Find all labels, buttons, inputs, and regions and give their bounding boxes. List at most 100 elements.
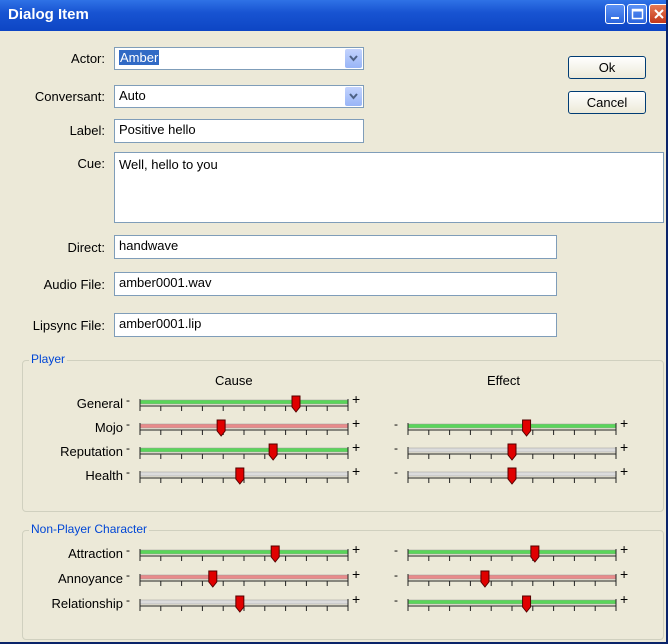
slider-thumb[interactable] xyxy=(235,595,245,613)
row-label: Mojo xyxy=(94,420,123,435)
minus-sign: - xyxy=(394,417,398,431)
plus-sign: + xyxy=(352,391,360,407)
cause-slider-graphic: - + xyxy=(126,541,360,563)
slider-thumb[interactable] xyxy=(507,467,517,485)
maximize-button[interactable] xyxy=(627,4,647,24)
cause-slider-graphic: - + xyxy=(126,391,360,413)
slider-track xyxy=(139,423,349,429)
cause-slider[interactable]: - + xyxy=(126,439,372,463)
plus-sign: + xyxy=(352,541,360,557)
minus-sign: - xyxy=(126,543,130,557)
slider-thumb[interactable] xyxy=(208,570,218,588)
audio-file-field[interactable]: amber0001.wav xyxy=(114,272,557,296)
plus-sign: + xyxy=(352,463,360,479)
slider-thumb[interactable] xyxy=(268,443,278,461)
effect-slider[interactable]: - + xyxy=(394,591,640,615)
plus-sign: + xyxy=(352,591,360,607)
cause-slider[interactable]: - + xyxy=(126,541,372,565)
effect-slider[interactable]: - + xyxy=(394,415,640,439)
plus-sign: + xyxy=(352,415,360,431)
maximize-icon xyxy=(631,8,644,20)
dialog-item-window: Dialog Item Actor: Amber Conversant: Aut… xyxy=(0,0,668,644)
label-field[interactable]: Positive hello xyxy=(114,119,364,143)
slider-track xyxy=(139,549,349,555)
slider-track xyxy=(139,447,349,453)
actor-dropdown-button[interactable] xyxy=(345,49,362,68)
cause-slider[interactable]: - + xyxy=(126,591,372,615)
effect-slider[interactable]: - + xyxy=(394,566,640,590)
effect-slider-graphic: - + xyxy=(394,541,628,563)
title-bar[interactable]: Dialog Item xyxy=(0,0,666,31)
actor-label: Actor: xyxy=(71,51,105,66)
plus-sign: + xyxy=(352,439,360,455)
slider-track xyxy=(407,599,617,605)
effect-slider[interactable]: - + xyxy=(394,463,640,487)
chevron-down-icon xyxy=(349,93,358,100)
cancel-button[interactable]: Cancel xyxy=(568,91,646,114)
cause-slider-graphic: - + xyxy=(126,439,360,461)
slider-thumb[interactable] xyxy=(270,545,280,563)
cause-slider[interactable]: - + xyxy=(126,391,372,415)
close-button[interactable] xyxy=(649,4,666,24)
lipsync-file-label: Lipsync File: xyxy=(32,318,105,333)
slider-thumb[interactable] xyxy=(530,545,540,563)
slider-thumb[interactable] xyxy=(522,595,532,613)
minus-sign: - xyxy=(126,593,130,607)
plus-sign: + xyxy=(620,566,628,582)
plus-sign: + xyxy=(620,415,628,431)
slider-thumb[interactable] xyxy=(522,419,532,437)
lipsync-file-field[interactable]: amber0001.lip xyxy=(114,313,557,337)
row-label: Reputation xyxy=(60,444,123,459)
minus-sign: - xyxy=(394,465,398,479)
player-group-title: Player xyxy=(29,352,68,366)
slider-track xyxy=(139,399,349,405)
minimize-button[interactable] xyxy=(605,4,625,24)
plus-sign: + xyxy=(620,541,628,557)
cause-header: Cause xyxy=(215,373,253,388)
cue-label: Cue: xyxy=(77,156,105,171)
row-label: Annoyance xyxy=(57,571,123,586)
minus-sign: - xyxy=(394,441,398,455)
conversant-combobox[interactable]: Auto xyxy=(114,85,364,108)
cause-slider[interactable]: - + xyxy=(126,415,372,439)
effect-slider-graphic: - + xyxy=(394,566,628,588)
effect-header: Effect xyxy=(487,373,521,388)
slider-track xyxy=(407,549,617,555)
minus-sign: - xyxy=(126,417,130,431)
minus-sign: - xyxy=(126,465,130,479)
minus-sign: - xyxy=(126,441,130,455)
slider-track xyxy=(407,574,617,580)
slider-thumb[interactable] xyxy=(480,570,490,588)
minus-sign: - xyxy=(394,593,398,607)
conversant-value: Auto xyxy=(119,88,146,103)
conversant-dropdown-button[interactable] xyxy=(345,87,362,106)
cause-slider[interactable]: - + xyxy=(126,566,372,590)
plus-sign: + xyxy=(620,463,628,479)
cause-slider-graphic: - + xyxy=(126,463,360,485)
plus-sign: + xyxy=(620,439,628,455)
slider-thumb[interactable] xyxy=(291,395,301,413)
minus-sign: - xyxy=(394,568,398,582)
effect-slider-graphic: - + xyxy=(394,415,628,437)
slider-thumb[interactable] xyxy=(216,419,226,437)
effect-slider[interactable]: - + xyxy=(394,439,640,463)
minus-sign: - xyxy=(126,393,130,407)
row-label: General xyxy=(76,396,123,411)
cause-slider[interactable]: - + xyxy=(126,463,372,487)
minimize-icon xyxy=(611,17,619,19)
cue-textarea[interactable]: Well, hello to you xyxy=(114,152,664,223)
slider-thumb[interactable] xyxy=(235,467,245,485)
slider-track xyxy=(139,574,349,580)
cause-slider-graphic: - + xyxy=(126,566,360,588)
cause-slider-graphic: - + xyxy=(126,415,360,437)
effect-slider[interactable]: - + xyxy=(394,541,640,565)
audio-file-label: Audio File: xyxy=(43,277,105,292)
effect-slider-graphic: - + xyxy=(394,439,628,461)
direct-field[interactable]: handwave xyxy=(114,235,557,259)
slider-track xyxy=(407,423,617,429)
actor-combobox[interactable]: Amber xyxy=(114,47,364,70)
slider-thumb[interactable] xyxy=(507,443,517,461)
effect-slider-graphic: - + xyxy=(394,463,628,485)
minus-sign: - xyxy=(126,568,130,582)
ok-button[interactable]: Ok xyxy=(568,56,646,79)
